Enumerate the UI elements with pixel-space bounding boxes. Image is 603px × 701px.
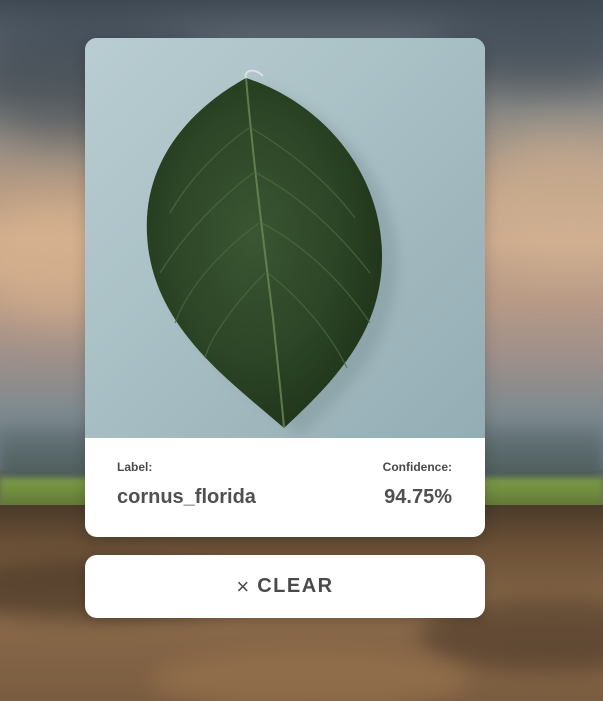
clear-button-label: CLEAR: [257, 575, 334, 597]
result-panel: Label: cornus_florida Confidence: 94.75%: [85, 438, 485, 537]
close-icon: ×: [236, 573, 250, 599]
confidence-caption: Confidence:: [382, 460, 452, 474]
label-value: cornus_florida: [117, 486, 256, 508]
clear-button[interactable]: × CLEAR: [85, 555, 485, 618]
label-caption: Label:: [117, 460, 153, 474]
leaf-photo: [85, 38, 485, 438]
leaf-image: [146, 69, 397, 436]
confidence-value: 94.75%: [384, 486, 452, 508]
prediction-card: Label: cornus_florida Confidence: 94.75%: [85, 38, 485, 537]
background-furrow: [150, 650, 470, 701]
